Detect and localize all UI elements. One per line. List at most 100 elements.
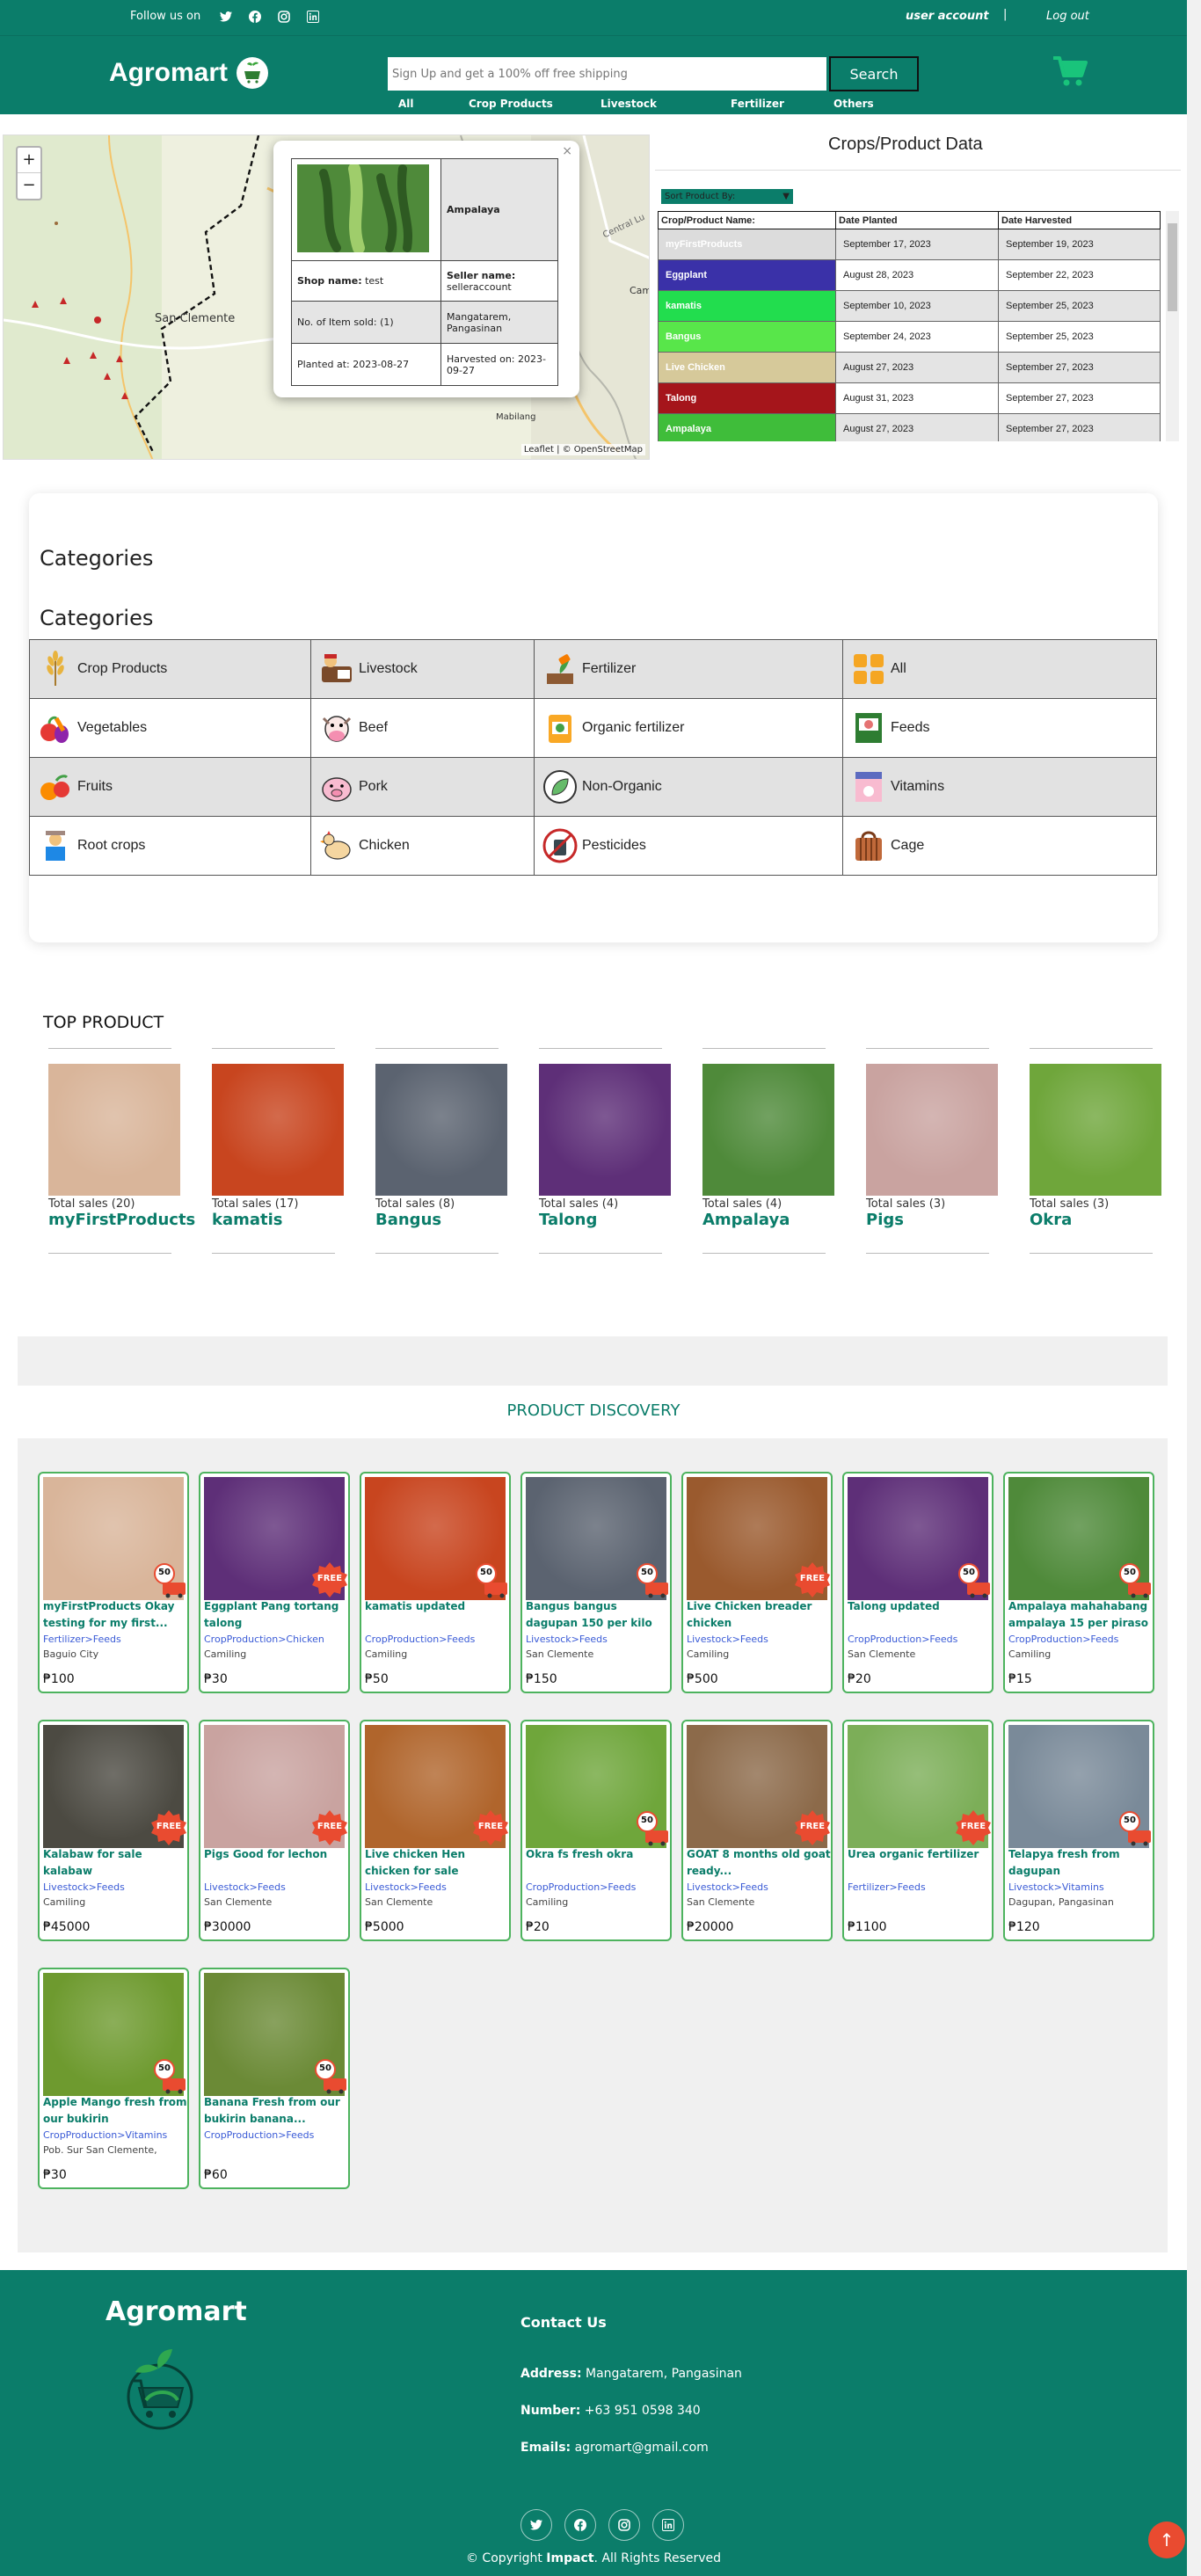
product-category[interactable]: Livestock>Vitamins <box>1008 1881 1104 1893</box>
user-account-link[interactable]: user account <box>906 10 989 23</box>
linkedin-icon[interactable] <box>652 2509 684 2541</box>
product-title[interactable]: Apple Mango fresh from our bukirin <box>43 2094 187 2128</box>
search-button[interactable]: Search <box>829 56 919 91</box>
product-title[interactable]: kamatis updated <box>365 1598 509 1632</box>
product-title[interactable]: myFirstProducts Okay testing for my firs… <box>43 1598 187 1632</box>
facebook-icon[interactable] <box>564 2509 596 2541</box>
top-product-name[interactable]: Ampalaya <box>702 1211 836 1229</box>
product-card[interactable]: 50 myFirstProducts Okay testing for my fi… <box>38 1472 189 1693</box>
instagram-icon[interactable] <box>608 2509 640 2541</box>
product-title[interactable]: Live chicken Hen chicken for sale <box>365 1846 509 1880</box>
back-to-top-button[interactable]: ↑ <box>1148 2521 1185 2558</box>
nav-others[interactable]: Others <box>833 98 904 110</box>
cart-icon[interactable] <box>1052 55 1088 91</box>
category-livestock[interactable]: Livestock <box>310 639 535 699</box>
top-product-name[interactable]: Okra <box>1030 1211 1161 1229</box>
category-cage[interactable]: Cage <box>842 816 1157 876</box>
product-title[interactable]: Pigs Good for lechon <box>204 1846 348 1880</box>
top-product-card[interactable]: Total sales (3) Pigs <box>866 1064 1000 1240</box>
product-card[interactable]: 50 kamatis updated CropProduction>Feeds Cam… <box>360 1472 511 1693</box>
product-category[interactable]: CropProduction>Feeds <box>1008 1634 1118 1645</box>
product-title[interactable]: Live Chicken breader chicken <box>687 1598 831 1632</box>
crops-scrollbar[interactable] <box>1166 211 1179 441</box>
instagram-icon[interactable] <box>276 9 291 24</box>
product-title[interactable]: Banana Fresh from our bukirin banana... <box>204 2094 348 2128</box>
product-card[interactable]: FREE Kalabaw for sale kalabaw Livestock>Fe… <box>38 1720 189 1941</box>
top-product-name[interactable]: myFirstProducts <box>48 1211 195 1229</box>
product-category[interactable]: CropProduction>Chicken <box>204 1634 324 1645</box>
product-card[interactable]: FREE Live chicken Hen chicken for sale Liv… <box>360 1720 511 1941</box>
product-card[interactable]: 50 Talong updated CropProduction>Feeds San … <box>842 1472 994 1693</box>
top-product-card[interactable]: Total sales (8) Bangus <box>375 1064 509 1240</box>
nav-all[interactable]: All <box>398 98 469 110</box>
product-card[interactable]: 50 Ampalaya mahahabang ampalaya 15 per pi… <box>1003 1472 1154 1693</box>
zoom-in-button[interactable]: + <box>18 148 40 173</box>
logout-link[interactable]: Log out <box>1046 10 1089 23</box>
brand-logo[interactable]: Agromart <box>109 57 269 89</box>
top-product-card[interactable]: Total sales (4) Talong <box>539 1064 673 1240</box>
product-card[interactable]: 50 Okra fs fresh okra CropProduction>Feeds… <box>520 1720 672 1941</box>
category-pork[interactable]: Pork <box>310 757 535 817</box>
top-product-name[interactable]: kamatis <box>212 1211 346 1229</box>
category-organic-fertilizer[interactable]: Organic fertilizer <box>534 698 843 758</box>
category-feeds[interactable]: Feeds <box>842 698 1157 758</box>
facebook-icon[interactable] <box>247 9 262 24</box>
category-all[interactable]: All <box>842 639 1157 699</box>
nav-crop-products[interactable]: Crop Products <box>469 98 600 110</box>
product-card[interactable]: 50 Bangus bangus dagupan 150 per kilo Live… <box>520 1472 672 1693</box>
zoom-out-button[interactable]: − <box>18 173 40 198</box>
category-crop-products[interactable]: Crop Products <box>29 639 311 699</box>
product-category[interactable]: Fertilizer>Feeds <box>848 1881 926 1893</box>
product-title[interactable]: GOAT 8 months old goat ready... <box>687 1846 831 1880</box>
category-pesticides[interactable]: Pesticides <box>534 816 843 876</box>
product-card[interactable]: FREE Urea organic fertilizer Fertilizer>Fe… <box>842 1720 994 1941</box>
product-category[interactable]: Livestock>Feeds <box>687 1881 768 1893</box>
top-product-name[interactable]: Pigs <box>866 1211 1000 1229</box>
product-title[interactable]: Kalabaw for sale kalabaw <box>43 1846 187 1880</box>
product-title[interactable]: Ampalaya mahahabang ampalaya 15 per pira… <box>1008 1598 1153 1632</box>
product-category[interactable]: CropProduction>Vitamins <box>43 2129 167 2141</box>
product-card[interactable]: 50 Telapya fresh from dagupan Livestock>Vi… <box>1003 1720 1154 1941</box>
top-product-card[interactable]: Total sales (20) myFirstProducts <box>48 1064 195 1240</box>
product-category[interactable]: Livestock>Feeds <box>365 1881 447 1893</box>
nav-livestock[interactable]: Livestock <box>600 98 731 110</box>
product-title[interactable]: Talong updated <box>848 1598 992 1632</box>
category-fertilizer[interactable]: Fertilizer <box>534 639 843 699</box>
category-non-organic[interactable]: Non-Organic <box>534 757 843 817</box>
category-chicken[interactable]: Chicken <box>310 816 535 876</box>
product-category[interactable]: Livestock>Feeds <box>204 1881 286 1893</box>
category-beef[interactable]: Beef <box>310 698 535 758</box>
product-title[interactable]: Telapya fresh from dagupan <box>1008 1846 1153 1880</box>
product-category[interactable]: CropProduction>Feeds <box>848 1634 957 1645</box>
product-card[interactable]: FREE GOAT 8 months old goat ready... Lives… <box>681 1720 833 1941</box>
product-title[interactable]: Okra fs fresh okra <box>526 1846 670 1880</box>
search-input[interactable] <box>388 57 826 91</box>
top-product-card[interactable]: Total sales (3) Okra <box>1030 1064 1161 1240</box>
top-product-card[interactable]: Total sales (4) Ampalaya <box>702 1064 836 1240</box>
product-card[interactable]: 50 Apple Mango fresh from our bukirin Crop… <box>38 1968 189 2189</box>
product-card[interactable]: 50 Banana Fresh from our bukirin banana..… <box>199 1968 350 2189</box>
product-category[interactable]: CropProduction>Feeds <box>365 1634 475 1645</box>
product-card[interactable]: FREE Pigs Good for lechon Livestock>Feeds S… <box>199 1720 350 1941</box>
product-card[interactable]: FREE Eggplant Pang tortang talong CropProd… <box>199 1472 350 1693</box>
product-category[interactable]: Fertilizer>Feeds <box>43 1634 121 1645</box>
top-product-name[interactable]: Talong <box>539 1211 673 1229</box>
popup-close-button[interactable]: × <box>562 144 572 158</box>
sort-product-select[interactable]: Sort Product By: ▼ <box>661 189 793 204</box>
category-vegetables[interactable]: Vegetables <box>29 698 311 758</box>
linkedin-icon[interactable] <box>305 9 320 24</box>
page-scrollbar[interactable] <box>1187 0 1201 2576</box>
category-root-crops[interactable]: Root crops <box>29 816 311 876</box>
product-category[interactable]: Livestock>Feeds <box>526 1634 608 1645</box>
twitter-icon[interactable] <box>520 2509 552 2541</box>
product-title[interactable]: Eggplant Pang tortang talong <box>204 1598 348 1632</box>
category-fruits[interactable]: Fruits <box>29 757 311 817</box>
top-product-card[interactable]: Total sales (17) kamatis <box>212 1064 346 1240</box>
map-attribution[interactable]: Leaflet | © OpenStreetMap <box>520 444 645 455</box>
nav-fertilizer[interactable]: Fertilizer <box>731 98 833 110</box>
product-category[interactable]: Livestock>Feeds <box>687 1634 768 1645</box>
product-card[interactable]: FREE Live Chicken breader chicken Livestoc… <box>681 1472 833 1693</box>
category-vitamins[interactable]: Vitamins <box>842 757 1157 817</box>
product-category[interactable]: Livestock>Feeds <box>43 1881 125 1893</box>
product-title[interactable]: Urea organic fertilizer <box>848 1846 992 1880</box>
